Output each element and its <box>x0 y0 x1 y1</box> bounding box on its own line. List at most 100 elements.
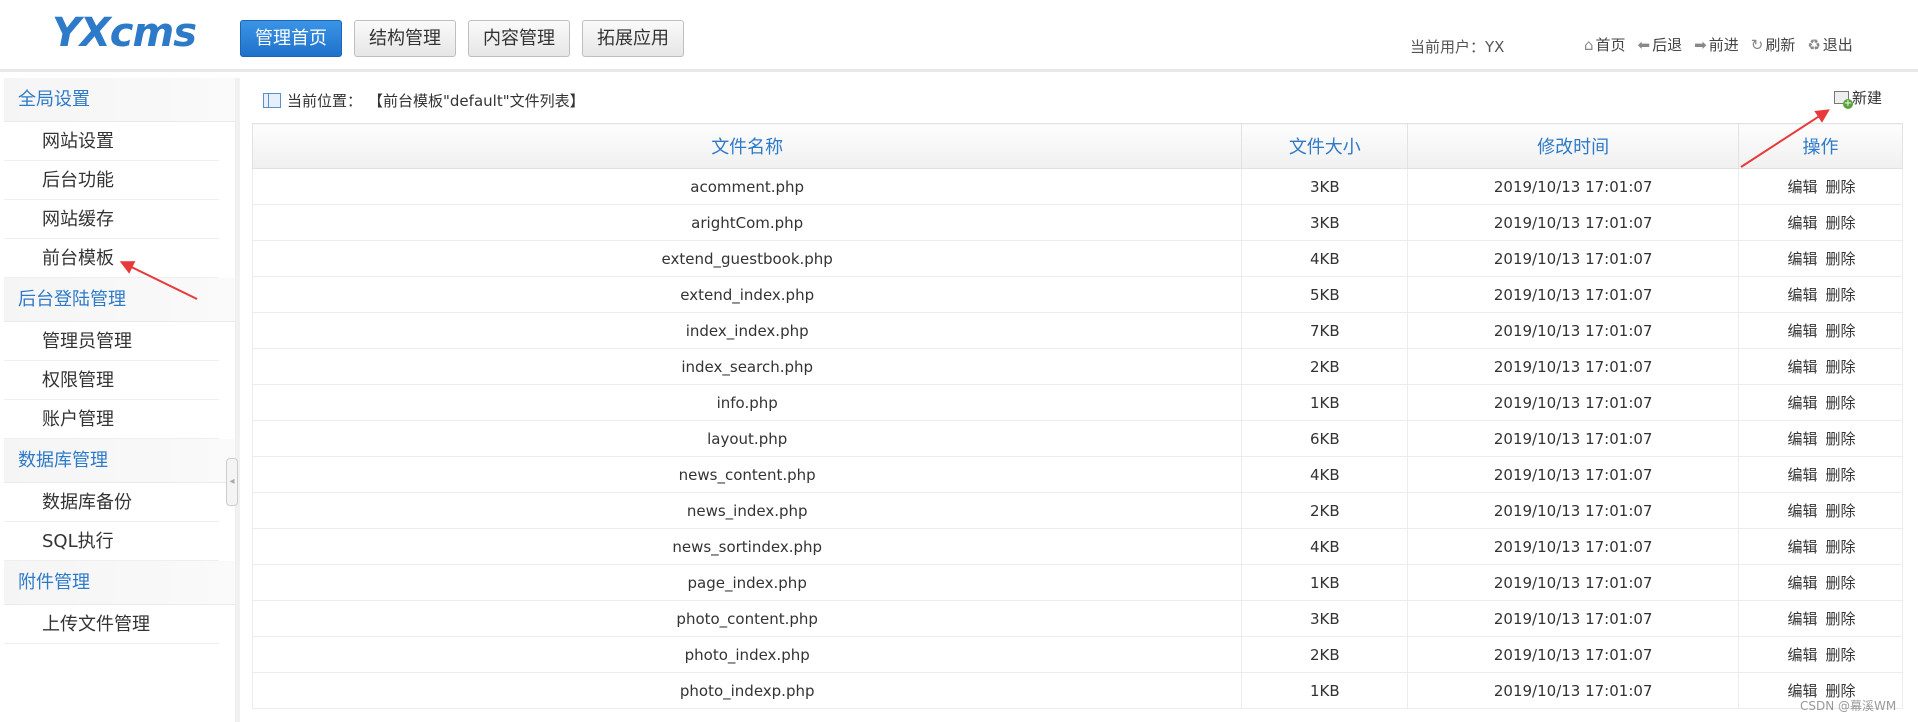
refresh-icon: ↻ <box>1750 35 1764 54</box>
delete-link[interactable]: 删除 <box>1826 610 1856 628</box>
sidebar-item[interactable]: SQL执行 <box>4 522 219 561</box>
sidebar-item[interactable]: 账户管理 <box>4 400 219 439</box>
file-name: news_index.php <box>251 492 1243 529</box>
file-name: extend_index.php <box>251 276 1243 313</box>
top-link-4[interactable]: ♻ 退出 <box>1807 34 1852 55</box>
file-actions: 编辑 删除 <box>1738 204 1903 241</box>
sidebar-item[interactable]: 前台模板 <box>4 239 219 278</box>
sidebar-item[interactable]: 网站设置 <box>4 122 219 161</box>
new-file-button[interactable]: 新建 <box>1834 87 1882 109</box>
logo[interactable]: YXcms <box>52 10 197 56</box>
file-actions: 编辑 删除 <box>1738 600 1903 637</box>
delete-link[interactable]: 删除 <box>1826 358 1856 376</box>
file-size: 2KB <box>1241 348 1409 385</box>
edit-link[interactable]: 编辑 <box>1788 430 1818 448</box>
home-icon: ⌂ <box>1584 35 1594 54</box>
file-size: 3KB <box>1241 168 1409 205</box>
sidebar-item[interactable]: 后台功能 <box>4 161 219 200</box>
file-size: 4KB <box>1241 456 1409 493</box>
edit-link[interactable]: 编辑 <box>1788 646 1818 664</box>
collapse-sidebar-icon[interactable]: ◂ <box>226 458 238 506</box>
nav-button-2[interactable]: 内容管理 <box>468 20 570 57</box>
file-size: 6KB <box>1241 420 1409 457</box>
delete-link[interactable]: 删除 <box>1826 286 1856 304</box>
edit-link[interactable]: 编辑 <box>1788 574 1818 592</box>
top-link-0[interactable]: ⌂ 首页 <box>1584 34 1626 55</box>
delete-link[interactable]: 删除 <box>1826 178 1856 196</box>
top-link-1[interactable]: ⬅ 后退 <box>1638 34 1683 55</box>
sidebar-item[interactable]: 权限管理 <box>4 361 219 400</box>
edit-link[interactable]: 编辑 <box>1788 250 1818 268</box>
edit-link[interactable]: 编辑 <box>1788 178 1818 196</box>
delete-link[interactable]: 删除 <box>1826 394 1856 412</box>
delete-link[interactable]: 删除 <box>1826 250 1856 268</box>
sidebar-group-title[interactable]: 全局设置 <box>4 78 235 122</box>
file-actions: 编辑 删除 <box>1738 276 1903 313</box>
sidebar-group-title[interactable]: 附件管理 <box>4 561 235 605</box>
table-row: page_index.php 1KB 2019/10/13 17:01:07 编辑 删除 <box>251 564 1903 601</box>
file-actions: 编辑 删除 <box>1738 168 1903 205</box>
top-link-3[interactable]: ↻ 刷新 <box>1751 34 1796 55</box>
edit-link[interactable]: 编辑 <box>1788 610 1818 628</box>
delete-link[interactable]: 删除 <box>1826 538 1856 556</box>
delete-link[interactable]: 删除 <box>1826 322 1856 340</box>
table-row: info.php 1KB 2019/10/13 17:01:07 编辑 删除 <box>251 384 1903 421</box>
delete-link[interactable]: 删除 <box>1826 646 1856 664</box>
breadcrumb-label: 当前位置： <box>287 92 363 110</box>
location-icon <box>263 93 281 108</box>
delete-link[interactable]: 删除 <box>1826 574 1856 592</box>
sidebar-group-title[interactable]: 数据库管理 <box>4 439 235 483</box>
table-row: extend_index.php 5KB 2019/10/13 17:01:07 编辑… <box>251 276 1903 313</box>
sidebar-item[interactable]: 上传文件管理 <box>4 605 219 644</box>
file-size: 2KB <box>1241 636 1409 673</box>
edit-link[interactable]: 编辑 <box>1788 502 1818 520</box>
watermark: CSDN @幕溪WM <box>1800 699 1897 713</box>
file-table: 文件名称 文件大小 修改时间 操作 acomment.php 3KB 2019/10… <box>251 123 1903 709</box>
nav-button-1[interactable]: 结构管理 <box>354 20 456 57</box>
column-header-size: 文件大小 <box>1241 123 1409 169</box>
edit-link[interactable]: 编辑 <box>1788 466 1818 484</box>
edit-link[interactable]: 编辑 <box>1788 538 1818 556</box>
table-row: acomment.php 3KB 2019/10/13 17:01:07 编辑 删除 <box>251 168 1903 205</box>
delete-link[interactable]: 删除 <box>1826 502 1856 520</box>
sidebar-item[interactable]: 网站缓存 <box>4 200 219 239</box>
file-actions: 编辑 删除 <box>1738 240 1903 277</box>
file-size: 1KB <box>1241 564 1409 601</box>
file-size: 1KB <box>1241 384 1409 421</box>
file-size: 5KB <box>1241 276 1409 313</box>
new-file-icon <box>1834 91 1853 109</box>
column-header-actions: 操作 <box>1738 123 1903 169</box>
sidebar-group-title[interactable]: 后台登陆管理 <box>4 278 235 322</box>
sidebar: 全局设置 网站设置 后台功能 网站缓存 前台模板 后台登陆管理 管理员管理 权限管理 账户管理数… <box>4 78 236 722</box>
delete-link[interactable]: 删除 <box>1826 466 1856 484</box>
sidebar-divider <box>236 78 240 722</box>
table-row: extend_guestbook.php 4KB 2019/10/13 17:01:… <box>251 240 1903 277</box>
file-actions: 编辑 删除 <box>1738 456 1903 493</box>
file-actions: 编辑 删除 <box>1738 312 1903 349</box>
file-modified: 2019/10/13 17:01:07 <box>1407 492 1740 529</box>
file-modified: 2019/10/13 17:01:07 <box>1407 528 1740 565</box>
nav-button-0[interactable]: 管理首页 <box>240 20 342 57</box>
table-header-row: 文件名称 文件大小 修改时间 操作 <box>251 123 1903 169</box>
table-row: arightCom.php 3KB 2019/10/13 17:01:07 编辑 删除 <box>251 204 1903 241</box>
delete-link[interactable]: 删除 <box>1826 214 1856 232</box>
file-modified: 2019/10/13 17:01:07 <box>1407 636 1740 673</box>
top-link-2[interactable]: ➡ 前进 <box>1694 34 1739 55</box>
edit-link[interactable]: 编辑 <box>1788 358 1818 376</box>
edit-link[interactable]: 编辑 <box>1788 214 1818 232</box>
file-name: photo_indexp.php <box>251 672 1243 709</box>
delete-link[interactable]: 删除 <box>1826 430 1856 448</box>
edit-link[interactable]: 编辑 <box>1788 286 1818 304</box>
file-name: photo_index.php <box>251 636 1243 673</box>
nav-button-3[interactable]: 拓展应用 <box>582 20 684 57</box>
top-nav: 管理首页 结构管理 内容管理 拓展应用 <box>240 20 684 57</box>
edit-link[interactable]: 编辑 <box>1788 322 1818 340</box>
file-modified: 2019/10/13 17:01:07 <box>1407 204 1740 241</box>
sidebar-item[interactable]: 管理员管理 <box>4 322 219 361</box>
top-link-label: 退出 <box>1822 36 1853 54</box>
file-modified: 2019/10/13 17:01:07 <box>1407 384 1740 421</box>
file-size: 3KB <box>1241 600 1409 637</box>
edit-link[interactable]: 编辑 <box>1788 394 1818 412</box>
sidebar-item[interactable]: 数据库备份 <box>4 483 219 522</box>
breadcrumb-path: 【前台模板"default"文件列表】 <box>368 92 585 110</box>
